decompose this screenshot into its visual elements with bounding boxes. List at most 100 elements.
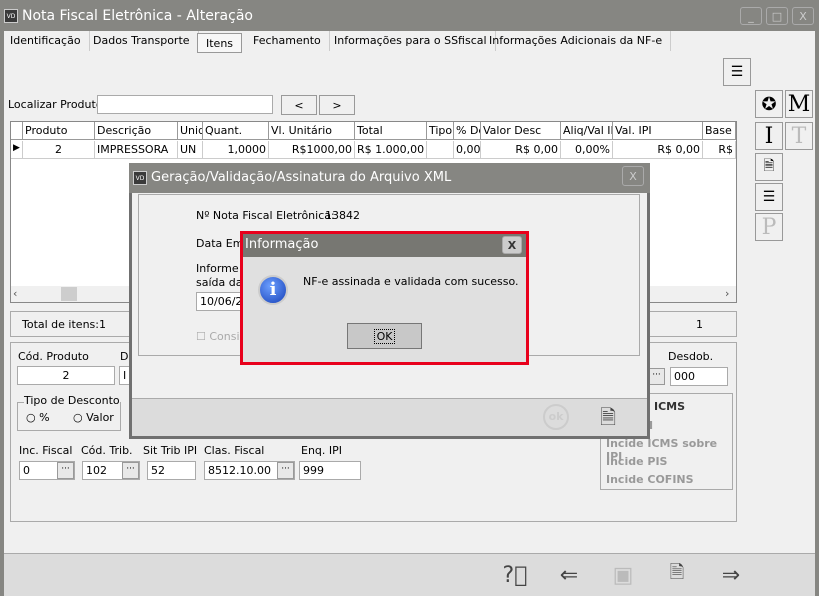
tab-fechamento[interactable]: Fechamento bbox=[245, 31, 330, 51]
help-icon[interactable]: ?⃝ bbox=[500, 562, 530, 588]
total-items-count: 1 bbox=[99, 318, 106, 331]
clas-fiscal-label: Clas. Fiscal bbox=[204, 444, 265, 457]
checklist-icon[interactable]: ☰ bbox=[755, 183, 783, 211]
app-logo: VD bbox=[4, 9, 18, 23]
scroll-thumb[interactable] bbox=[61, 287, 77, 301]
consider-checkbox[interactable]: ☐ Consi bbox=[196, 330, 240, 343]
col-header[interactable]: Descrição bbox=[95, 122, 178, 140]
lookup-button[interactable]: ··· bbox=[648, 368, 665, 385]
maximize-button[interactable]: □ bbox=[766, 7, 788, 25]
scroll-right-icon[interactable]: › bbox=[725, 287, 729, 300]
document-cancel-icon[interactable]: 🗎 bbox=[600, 403, 616, 437]
radio-valor[interactable]: ○ Valor bbox=[73, 411, 114, 424]
table-cell[interactable]: R$ 1.000,00 bbox=[355, 141, 427, 159]
nf-number: 13842 bbox=[325, 209, 360, 222]
desdob-field[interactable]: 000 bbox=[670, 367, 728, 386]
table-cell[interactable]: 0,00% bbox=[561, 141, 613, 159]
xml-dialog-close-button[interactable]: X bbox=[622, 166, 644, 186]
back-arrow-icon[interactable]: ⇐ bbox=[554, 562, 584, 588]
col-header[interactable]: Unid bbox=[178, 122, 203, 140]
forward-arrow-icon[interactable]: ⇒ bbox=[716, 562, 746, 588]
table-cell[interactable]: UN bbox=[178, 141, 203, 159]
xml-dialog-title: Geração/Validação/Assinatura do Arquivo … bbox=[151, 170, 452, 185]
table-cell[interactable] bbox=[427, 141, 454, 159]
sit-trib-field[interactable]: 52 bbox=[147, 461, 196, 480]
info-dialog: Informação X i NF-e assinada e validada … bbox=[240, 231, 529, 365]
app-logo: VD bbox=[133, 171, 147, 185]
table-cell[interactable]: 0,00 bbox=[454, 141, 481, 159]
ok-icon[interactable]: ok bbox=[543, 404, 569, 430]
total-items-label: Total de itens: bbox=[22, 318, 99, 331]
info-message: NF-e assinada e validada com sucesso. bbox=[303, 275, 519, 288]
col-header[interactable]: Tipo bbox=[427, 122, 454, 140]
date-field[interactable]: 10/06/20 bbox=[196, 292, 246, 311]
m-button[interactable]: M bbox=[785, 90, 813, 118]
window-title: Nota Fiscal Eletrônica - Alteração bbox=[22, 8, 253, 24]
inc-fiscal-lookup[interactable]: ··· bbox=[57, 462, 74, 479]
col-header[interactable]: Vl. Unitário bbox=[269, 122, 355, 140]
inc-fiscal-label: Inc. Fiscal bbox=[19, 444, 73, 457]
flag-icms[interactable]: ICMS bbox=[654, 400, 685, 413]
col-header[interactable]: Quant. bbox=[203, 122, 269, 140]
prev-button[interactable]: < bbox=[281, 95, 317, 115]
tipo-desconto-label: Tipo de Desconto bbox=[24, 394, 120, 407]
nf-label: Nº Nota Fiscal Eletrônica: bbox=[196, 209, 335, 222]
save-icon[interactable]: ▣ bbox=[608, 562, 638, 588]
col-header[interactable]: Produto bbox=[23, 122, 95, 140]
bottom-toolbar bbox=[4, 553, 815, 596]
tab-ssfiscal[interactable]: Informações para o SSfiscal bbox=[326, 31, 496, 51]
flag-pis[interactable]: Incide PIS bbox=[606, 455, 667, 468]
i-button[interactable]: I bbox=[755, 122, 783, 150]
table-cell[interactable]: 2 bbox=[23, 141, 95, 159]
enq-ipi-label: Enq. IPI bbox=[301, 444, 343, 457]
ok-button-label: OK bbox=[373, 328, 396, 344]
search-label: Localizar Produto bbox=[8, 98, 103, 111]
flag-cofins[interactable]: Incide COFINS bbox=[606, 473, 694, 486]
sit-trib-label: Sit Trib IPI bbox=[143, 444, 198, 457]
consider-checkbox-label: Consi bbox=[209, 330, 240, 343]
xml-dialog-footer: ok 🗎 bbox=[132, 398, 647, 436]
star-icon[interactable]: ✪ bbox=[755, 90, 783, 118]
col-header[interactable]: Val. IPI bbox=[613, 122, 703, 140]
desdob-label: Desdob. bbox=[668, 350, 714, 363]
table-cell[interactable]: R$ bbox=[703, 141, 736, 159]
cod-produto-field[interactable]: 2 bbox=[17, 366, 115, 385]
title-bar: VD Nota Fiscal Eletrônica - Alteração _ … bbox=[0, 0, 819, 31]
info-dialog-close-button[interactable]: X bbox=[502, 236, 522, 254]
tab-itens[interactable]: Itens bbox=[197, 33, 243, 53]
next-button[interactable]: > bbox=[319, 95, 355, 115]
table-cell[interactable]: R$ 0,00 bbox=[481, 141, 561, 159]
cod-trib-lookup[interactable]: ··· bbox=[122, 462, 139, 479]
search-input[interactable] bbox=[97, 95, 273, 114]
tab-dados-transporte[interactable]: Dados Transporte bbox=[85, 31, 199, 51]
info-dialog-title: Informação bbox=[245, 237, 319, 252]
table-cell[interactable]: R$1000,00 bbox=[269, 141, 355, 159]
radio-percent[interactable]: ○ % bbox=[26, 411, 50, 424]
table-cell[interactable]: 1,0000 bbox=[203, 141, 269, 159]
table-cell[interactable]: IMPRESSORA bbox=[95, 141, 178, 159]
ok-button[interactable]: OK bbox=[347, 323, 422, 349]
table-cell[interactable]: R$ 0,00 bbox=[613, 141, 703, 159]
xml-dialog-title-bar: VD Geração/Validação/Assinatura do Arqui… bbox=[129, 163, 650, 193]
t-button[interactable]: T bbox=[785, 122, 813, 150]
checklist-icon[interactable]: ☰ bbox=[723, 58, 751, 86]
row-indicator-icon: ▶ bbox=[11, 141, 23, 159]
col-header[interactable]: Base I bbox=[703, 122, 736, 140]
document-cancel-icon[interactable]: 🗎 bbox=[755, 153, 783, 181]
info-icon: i bbox=[258, 275, 288, 305]
tab-info-adicionais[interactable]: Informações Adicionais da NF-e bbox=[481, 31, 672, 51]
enq-ipi-field[interactable]: 999 bbox=[299, 461, 361, 480]
cod-produto-label: Cód. Produto bbox=[18, 350, 89, 363]
scroll-left-icon[interactable]: ‹ bbox=[13, 287, 17, 300]
close-button[interactable]: X bbox=[792, 7, 814, 25]
minimize-button[interactable]: _ bbox=[740, 7, 762, 25]
tab-identificacao[interactable]: Identificação bbox=[2, 31, 90, 51]
col-header[interactable]: Total bbox=[355, 122, 427, 140]
radio-valor-label: Valor bbox=[86, 411, 114, 424]
p-button[interactable]: P bbox=[755, 213, 783, 241]
col-header[interactable]: Valor Desc bbox=[481, 122, 561, 140]
clas-fiscal-lookup[interactable]: ··· bbox=[277, 462, 294, 479]
col-header[interactable]: % De bbox=[454, 122, 481, 140]
col-header[interactable]: Aliq/Val IP bbox=[561, 122, 613, 140]
document-cancel-icon[interactable]: 🗎 bbox=[662, 562, 692, 588]
